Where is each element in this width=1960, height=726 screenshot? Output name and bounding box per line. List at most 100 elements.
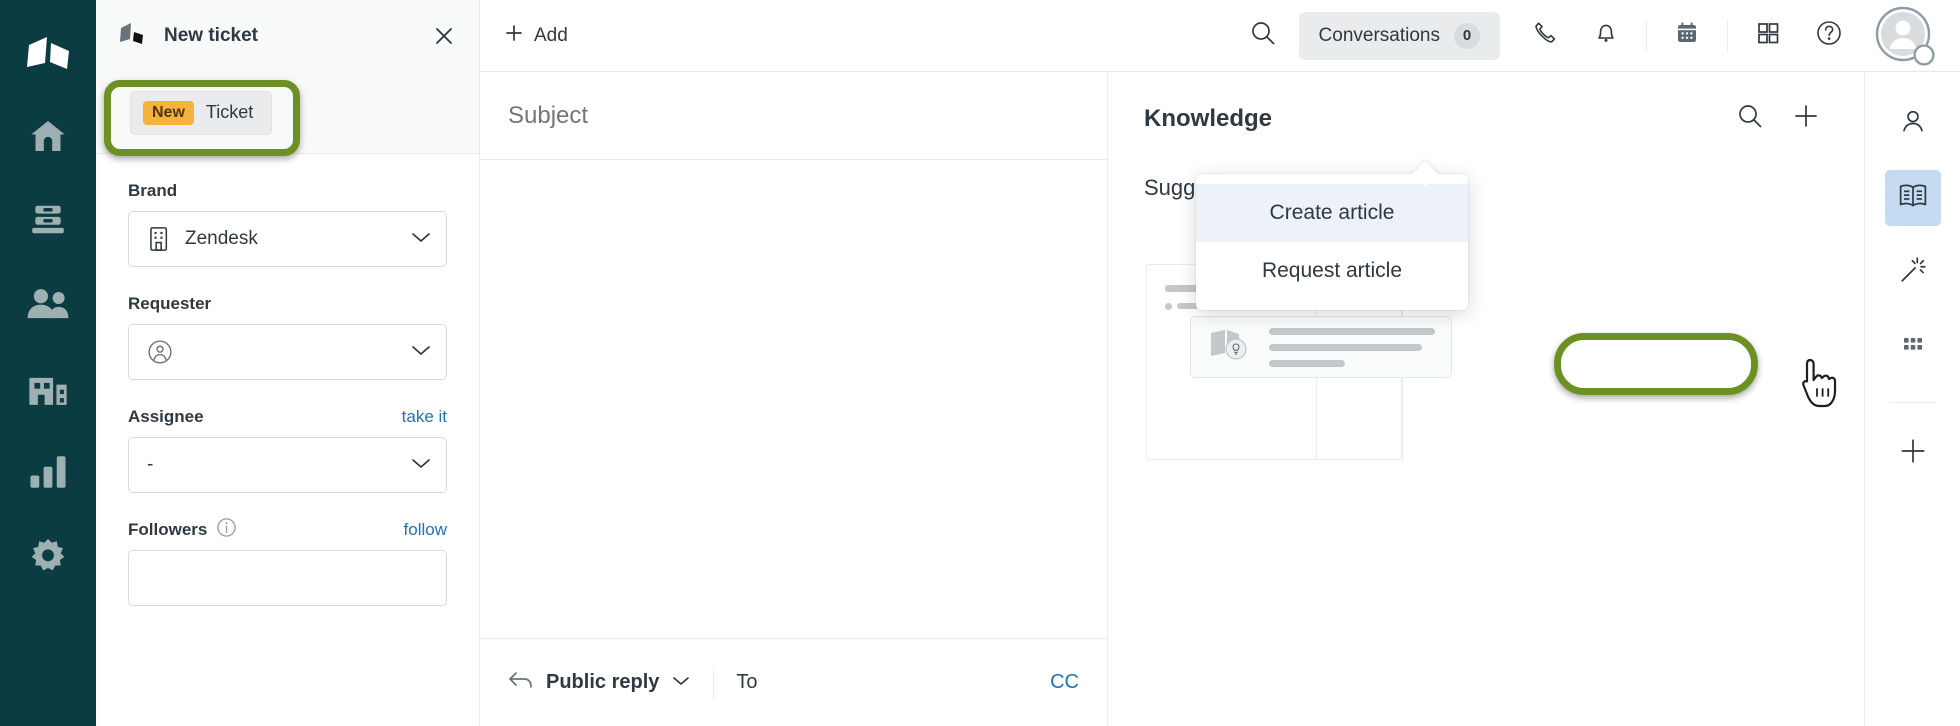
close-icon[interactable] <box>431 23 457 49</box>
customers-icon <box>25 286 71 322</box>
zendesk-logo[interactable] <box>0 14 96 94</box>
knowledge-panel: Knowledge Create article Request article <box>1108 72 1864 726</box>
organizations-icon <box>26 369 70 407</box>
field-followers: Followers follow <box>128 517 447 606</box>
skeleton-line <box>1269 343 1422 351</box>
skeleton-dot <box>1165 303 1172 310</box>
subject-row <box>480 72 1107 160</box>
ticket-work-area: Public reply To CC Knowl <box>480 72 1960 726</box>
magic-wand-icon <box>1898 255 1928 290</box>
calendar-button[interactable] <box>1657 19 1717 52</box>
search-icon <box>1736 102 1764 135</box>
menu-item-request-article[interactable]: Request article <box>1196 242 1468 300</box>
followers-select[interactable] <box>128 550 447 606</box>
brand-select-value: Zendesk <box>185 228 258 249</box>
ticket-tab-label: Ticket <box>205 102 254 122</box>
add-button-label: Add <box>534 24 568 46</box>
ticket-panel-title: New ticket <box>164 25 258 46</box>
cc-link[interactable]: CC <box>1050 671 1079 694</box>
conversations-count-badge: 0 <box>1454 22 1480 49</box>
apps-dots-icon <box>1899 330 1927 363</box>
skeleton-line <box>1269 359 1346 367</box>
chevron-down-icon <box>410 343 432 362</box>
knowledge-empty-illustration <box>1144 264 1864 726</box>
ticket-tabs-strip: New Ticket <box>96 72 479 154</box>
menu-item-create-article[interactable]: Create article <box>1196 184 1468 242</box>
subject-input[interactable] <box>508 101 1079 130</box>
rail-item-add[interactable] <box>1885 425 1941 481</box>
rail-item-ai-assist[interactable] <box>1885 244 1941 300</box>
nav-item-organizations[interactable] <box>0 346 96 430</box>
home-icon <box>26 116 70 156</box>
reply-channel-selector[interactable]: Public reply <box>508 669 691 696</box>
chevron-down-icon <box>671 674 691 692</box>
ticket-fields-list: Brand Zendesk Requester Assignee take it… <box>96 154 479 726</box>
field-brand: Brand Zendesk <box>128 180 447 267</box>
knowledge-header: Knowledge <box>1144 102 1834 135</box>
nav-item-home[interactable] <box>0 94 96 178</box>
phone-button[interactable] <box>1516 19 1576 52</box>
ticket-content-column: Public reply To CC <box>480 72 1108 726</box>
knowledge-search-button[interactable] <box>1722 102 1778 135</box>
global-navigation-rail <box>0 0 96 726</box>
top-toolbar: Add Conversations 0 <box>480 0 1960 72</box>
add-button[interactable]: Add <box>480 23 590 49</box>
field-assignee: Assignee take it - <box>128 406 447 493</box>
chevron-down-icon <box>410 456 432 475</box>
info-icon[interactable] <box>216 517 237 543</box>
knowledge-book-icon <box>1897 181 1929 216</box>
views-icon <box>28 201 68 239</box>
reply-divider <box>713 665 715 700</box>
search-button[interactable] <box>1227 19 1299 52</box>
chevron-down-icon <box>410 230 432 249</box>
to-field[interactable]: To <box>736 671 757 694</box>
ticket-tab-chip[interactable]: New Ticket <box>130 90 273 135</box>
reply-arrow-icon <box>508 669 534 696</box>
user-avatar[interactable] <box>1874 5 1936 67</box>
field-followers-label: Followers <box>128 517 237 543</box>
plus-icon <box>1792 102 1820 135</box>
compose-editor[interactable] <box>480 160 1107 638</box>
requester-select[interactable] <box>128 324 447 380</box>
rail-item-knowledge[interactable] <box>1884 170 1941 226</box>
field-brand-head: Brand <box>128 180 447 202</box>
field-followers-head: Followers follow <box>128 517 447 543</box>
field-requester: Requester <box>128 293 447 380</box>
knowledge-add-menu: Create article Request article <box>1196 174 1468 310</box>
assignee-select-value: - <box>147 454 154 475</box>
notifications-button[interactable] <box>1576 19 1636 52</box>
assignee-select[interactable]: - <box>128 437 447 493</box>
rail-item-apps[interactable] <box>1885 318 1941 374</box>
knowledge-add-button[interactable] <box>1778 102 1834 135</box>
reply-bar: Public reply To CC <box>480 638 1107 726</box>
field-assignee-label: Assignee <box>128 407 204 426</box>
reporting-icon <box>27 454 69 490</box>
apps-button[interactable] <box>1738 19 1798 52</box>
knowledge-book-bulb-icon <box>1207 327 1253 368</box>
nav-item-views[interactable] <box>0 178 96 262</box>
take-it-link[interactable]: take it <box>402 407 447 427</box>
follow-link[interactable]: follow <box>404 520 447 540</box>
conversations-pill[interactable]: Conversations 0 <box>1298 11 1500 60</box>
nav-item-customers[interactable] <box>0 262 96 346</box>
toolbar-divider-2 <box>1727 18 1728 53</box>
skeleton-banner <box>1190 316 1452 378</box>
phone-icon <box>1532 19 1560 52</box>
zendesk-agent-workspace: New ticket New Ticket Brand Zendesk Requ… <box>0 0 1960 726</box>
ticket-panel-logo-icon <box>118 22 146 50</box>
reply-channel-label: Public reply <box>546 671 660 693</box>
brand-select[interactable]: Zendesk <box>128 211 447 267</box>
field-requester-head: Requester <box>128 293 447 315</box>
ticket-form-panel: New ticket New Ticket Brand Zendesk Requ… <box>96 0 480 726</box>
building-icon <box>147 226 171 252</box>
skeleton-line <box>1269 327 1435 335</box>
context-panel-rail <box>1864 72 1960 726</box>
nav-item-admin[interactable] <box>0 514 96 598</box>
nav-item-reporting[interactable] <box>0 430 96 514</box>
help-button[interactable] <box>1798 18 1860 53</box>
field-brand-label: Brand <box>128 181 178 200</box>
user-circle-icon <box>147 339 173 365</box>
apps-grid-icon <box>1754 19 1782 52</box>
calendar-icon <box>1673 19 1701 52</box>
rail-item-user[interactable] <box>1885 96 1941 152</box>
